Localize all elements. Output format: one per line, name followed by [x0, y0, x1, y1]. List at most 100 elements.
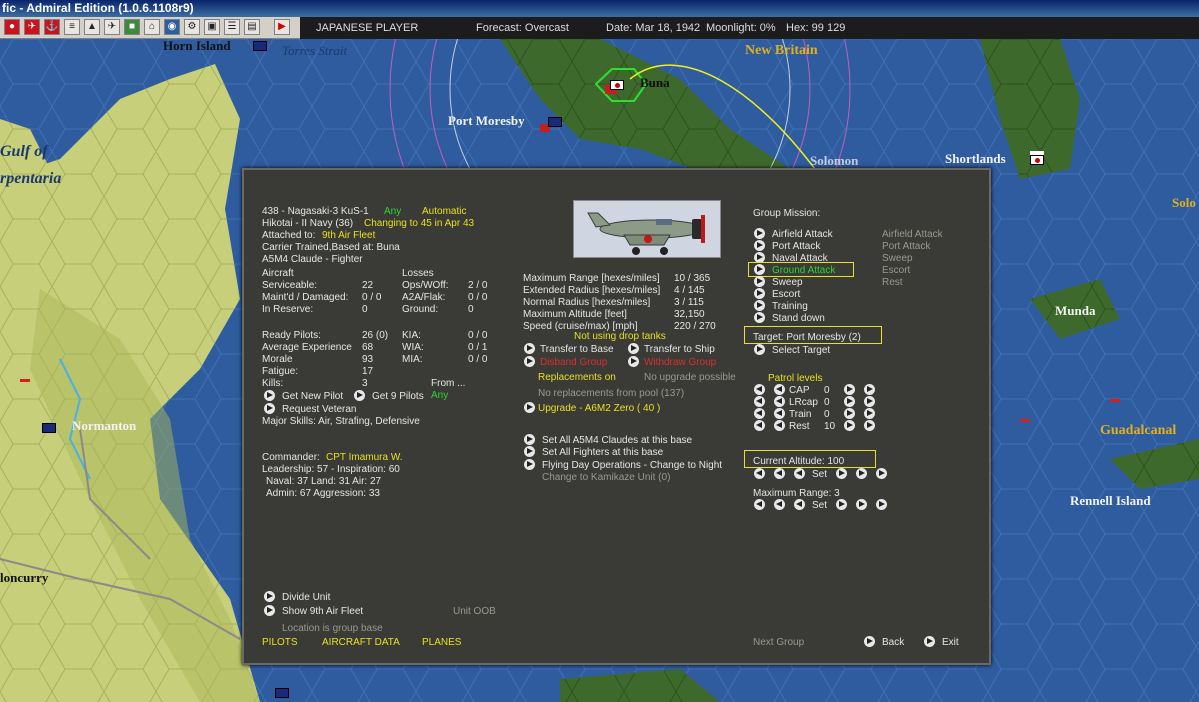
mission-training[interactable]: Training: [772, 301, 808, 313]
show-air-fleet-button[interactable]: Show 9th Air Fleet: [282, 606, 363, 618]
increase-fast-icon[interactable]: [864, 408, 875, 419]
range-decrease-small-icon[interactable]: [794, 499, 805, 510]
secondary-escort[interactable]: Escort: [882, 265, 910, 277]
withdraw-group-button[interactable]: Withdraw Group: [644, 357, 716, 369]
japan-flag-icon[interactable]: ●: [4, 19, 20, 35]
tab-aircraft-data[interactable]: AIRCRAFT DATA: [322, 637, 400, 649]
commander-name[interactable]: CPT Imamura W.: [326, 452, 403, 464]
show-air-fleet-arrow-icon[interactable]: [264, 605, 275, 616]
increase-fast-icon[interactable]: [864, 396, 875, 407]
altitude-increase-icon[interactable]: [856, 468, 867, 479]
globe-icon[interactable]: ◉: [164, 19, 180, 35]
withdraw-arrow-icon[interactable]: [628, 356, 639, 367]
get-9-pilots-arrow-icon[interactable]: [354, 390, 365, 401]
set-all-claudes-arrow-icon[interactable]: [524, 434, 535, 445]
transfer-base-button[interactable]: Transfer to Base: [540, 344, 614, 356]
from-value[interactable]: Any: [431, 390, 448, 402]
set-all-claudes-button[interactable]: Set All A5M4 Claudes at this base: [542, 435, 692, 447]
back-arrow-icon[interactable]: [864, 636, 875, 647]
transfer-ship-button[interactable]: Transfer to Ship: [644, 344, 715, 356]
end-turn-icon[interactable]: ▶: [274, 19, 290, 35]
flying-day-button[interactable]: Flying Day Operations - Change to Night: [542, 460, 722, 472]
set-all-fighters-button[interactable]: Set All Fighters at this base: [542, 447, 663, 459]
flying-day-arrow-icon[interactable]: [524, 459, 535, 470]
disband-group-button[interactable]: Disband Group: [540, 357, 607, 369]
increase-icon[interactable]: [844, 396, 855, 407]
decrease-fast-icon[interactable]: [754, 384, 765, 395]
select-target-button[interactable]: Select Target: [772, 345, 830, 357]
mission-arrow-icon[interactable]: [754, 288, 765, 299]
range-decrease-fast-icon[interactable]: [754, 499, 765, 510]
secondary-sweep[interactable]: Sweep: [882, 253, 913, 265]
tab-pilots[interactable]: PILOTS: [262, 637, 298, 649]
back-button[interactable]: Back: [882, 637, 904, 649]
group-any[interactable]: Any: [384, 206, 401, 218]
set-all-fighters-arrow-icon[interactable]: [524, 446, 535, 457]
tab-planes[interactable]: PLANES: [422, 637, 461, 649]
secondary-airfield-attack[interactable]: Airfield Attack: [882, 229, 943, 241]
range-increase-fast-icon[interactable]: [876, 499, 887, 510]
drop-tanks-toggle[interactable]: Not using drop tanks: [574, 331, 666, 343]
unit-oob-button[interactable]: Unit OOB: [453, 606, 496, 618]
altitude-increase-fast-icon[interactable]: [876, 468, 887, 479]
altitude-decrease-small-icon[interactable]: [794, 468, 805, 479]
base-icon[interactable]: ⌂: [144, 19, 160, 35]
decrease-fast-icon[interactable]: [754, 420, 765, 431]
decrease-icon[interactable]: [774, 420, 785, 431]
bomber-icon[interactable]: ✈: [104, 19, 120, 35]
ship-marker[interactable]: [20, 379, 30, 382]
range-decrease-icon[interactable]: [774, 499, 785, 510]
mission-escort[interactable]: Escort: [772, 289, 800, 301]
exit-button[interactable]: Exit: [942, 637, 959, 649]
decrease-icon[interactable]: [774, 396, 785, 407]
divide-unit-button[interactable]: Divide Unit: [282, 592, 330, 604]
transfer-base-arrow-icon[interactable]: [524, 343, 535, 354]
increase-fast-icon[interactable]: [864, 384, 875, 395]
secondary-rest[interactable]: Rest: [882, 277, 903, 289]
divide-unit-arrow-icon[interactable]: [264, 591, 275, 602]
increase-icon[interactable]: [844, 420, 855, 431]
decrease-icon[interactable]: [774, 408, 785, 419]
decrease-fast-icon[interactable]: [754, 396, 765, 407]
get-new-pilot-arrow-icon[interactable]: [264, 390, 275, 401]
mission-port-attack[interactable]: Port Attack: [772, 241, 820, 253]
increase-icon[interactable]: [844, 408, 855, 419]
mission-arrow-icon[interactable]: [754, 228, 765, 239]
get-new-pilot-button[interactable]: Get New Pilot: [282, 391, 343, 403]
mission-arrow-icon[interactable]: [754, 264, 765, 275]
mission-arrow-icon[interactable]: [754, 276, 765, 287]
altitude-decrease-fast-icon[interactable]: [754, 468, 765, 479]
ship-marker[interactable]: [1020, 419, 1030, 422]
exit-arrow-icon[interactable]: [924, 636, 935, 647]
transfer-ship-arrow-icon[interactable]: [628, 343, 639, 354]
upgrade-arrow-icon[interactable]: [524, 402, 535, 413]
group-automatic[interactable]: Automatic: [422, 206, 466, 218]
mission-arrow-icon[interactable]: [754, 240, 765, 251]
camera-icon[interactable]: ▣: [204, 19, 220, 35]
request-veteran-arrow-icon[interactable]: [264, 403, 275, 414]
ship-icon[interactable]: ⚓: [44, 19, 60, 35]
map-icon[interactable]: ▤: [244, 19, 260, 35]
ship-marker[interactable]: [1110, 399, 1120, 402]
increase-fast-icon[interactable]: [864, 420, 875, 431]
mission-ground-attack[interactable]: Ground Attack: [772, 265, 835, 277]
range-increase-small-icon[interactable]: [836, 499, 847, 510]
attached-value[interactable]: 9th Air Fleet: [322, 230, 375, 242]
settings-icon[interactable]: ⚙: [184, 19, 200, 35]
secondary-port-attack[interactable]: Port Attack: [882, 241, 930, 253]
aircraft-icon[interactable]: ✈: [24, 19, 40, 35]
decrease-fast-icon[interactable]: [754, 408, 765, 419]
range-increase-icon[interactable]: [856, 499, 867, 510]
mission-stand-down[interactable]: Stand down: [772, 313, 825, 325]
request-veteran-button[interactable]: Request Veteran: [282, 404, 357, 416]
range-set-button[interactable]: Set: [812, 500, 827, 512]
next-group-button[interactable]: Next Group: [753, 637, 804, 649]
altitude-decrease-icon[interactable]: [774, 468, 785, 479]
select-target-arrow-icon[interactable]: [754, 344, 765, 355]
disband-arrow-icon[interactable]: [524, 356, 535, 367]
fleet-icon[interactable]: ≡: [64, 19, 80, 35]
mission-arrow-icon[interactable]: [754, 312, 765, 323]
upgrade-button[interactable]: Upgrade - A6M2 Zero ( 40 ): [538, 403, 660, 415]
replacements-toggle[interactable]: Replacements on: [538, 372, 616, 384]
mission-airfield-attack[interactable]: Airfield Attack: [772, 229, 833, 241]
